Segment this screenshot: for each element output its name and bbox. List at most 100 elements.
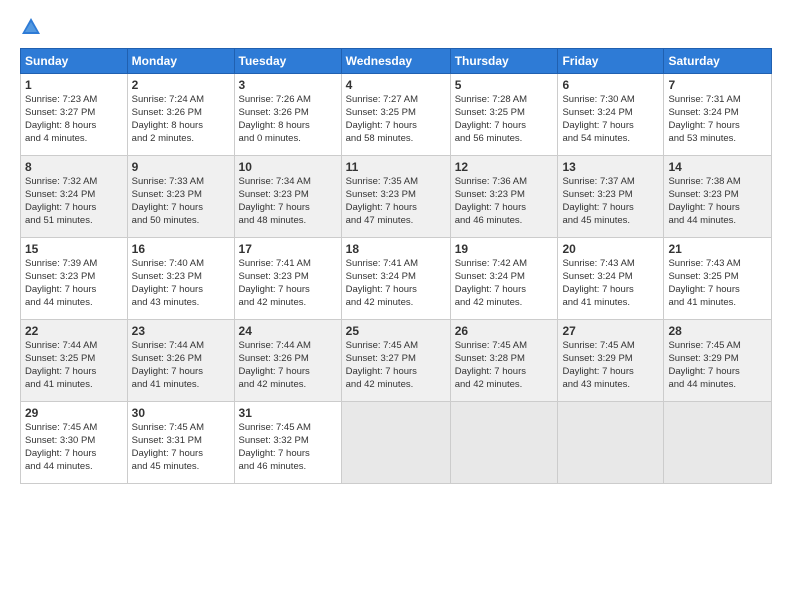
- day-cell: 10Sunrise: 7:34 AM Sunset: 3:23 PM Dayli…: [234, 156, 341, 238]
- header-wednesday: Wednesday: [341, 49, 450, 74]
- day-number: 15: [25, 241, 123, 257]
- day-number: 31: [239, 405, 337, 421]
- day-cell: 26Sunrise: 7:45 AM Sunset: 3:28 PM Dayli…: [450, 320, 558, 402]
- day-number: 6: [562, 77, 659, 93]
- day-info: Sunrise: 7:39 AM Sunset: 3:23 PM Dayligh…: [25, 258, 97, 307]
- header-tuesday: Tuesday: [234, 49, 341, 74]
- day-info: Sunrise: 7:45 AM Sunset: 3:32 PM Dayligh…: [239, 422, 311, 471]
- day-info: Sunrise: 7:41 AM Sunset: 3:24 PM Dayligh…: [346, 258, 418, 307]
- day-number: 30: [132, 405, 230, 421]
- day-cell: 24Sunrise: 7:44 AM Sunset: 3:26 PM Dayli…: [234, 320, 341, 402]
- day-cell: 12Sunrise: 7:36 AM Sunset: 3:23 PM Dayli…: [450, 156, 558, 238]
- day-number: 17: [239, 241, 337, 257]
- day-number: 4: [346, 77, 446, 93]
- day-info: Sunrise: 7:33 AM Sunset: 3:23 PM Dayligh…: [132, 176, 204, 225]
- week-row-4: 22Sunrise: 7:44 AM Sunset: 3:25 PM Dayli…: [21, 320, 772, 402]
- day-info: Sunrise: 7:44 AM Sunset: 3:26 PM Dayligh…: [239, 340, 311, 389]
- day-number: 21: [668, 241, 767, 257]
- logo-icon: [20, 16, 42, 38]
- day-info: Sunrise: 7:44 AM Sunset: 3:25 PM Dayligh…: [25, 340, 97, 389]
- day-info: Sunrise: 7:40 AM Sunset: 3:23 PM Dayligh…: [132, 258, 204, 307]
- day-number: 29: [25, 405, 123, 421]
- day-cell: 21Sunrise: 7:43 AM Sunset: 3:25 PM Dayli…: [664, 238, 772, 320]
- day-cell: 20Sunrise: 7:43 AM Sunset: 3:24 PM Dayli…: [558, 238, 664, 320]
- day-cell: 4Sunrise: 7:27 AM Sunset: 3:25 PM Daylig…: [341, 74, 450, 156]
- day-cell: 1Sunrise: 7:23 AM Sunset: 3:27 PM Daylig…: [21, 74, 128, 156]
- day-info: Sunrise: 7:42 AM Sunset: 3:24 PM Dayligh…: [455, 258, 527, 307]
- day-number: 13: [562, 159, 659, 175]
- day-number: 28: [668, 323, 767, 339]
- day-info: Sunrise: 7:27 AM Sunset: 3:25 PM Dayligh…: [346, 94, 418, 143]
- day-info: Sunrise: 7:32 AM Sunset: 3:24 PM Dayligh…: [25, 176, 97, 225]
- day-cell: 31Sunrise: 7:45 AM Sunset: 3:32 PM Dayli…: [234, 402, 341, 484]
- week-row-5: 29Sunrise: 7:45 AM Sunset: 3:30 PM Dayli…: [21, 402, 772, 484]
- day-number: 14: [668, 159, 767, 175]
- day-cell: 17Sunrise: 7:41 AM Sunset: 3:23 PM Dayli…: [234, 238, 341, 320]
- day-cell: 2Sunrise: 7:24 AM Sunset: 3:26 PM Daylig…: [127, 74, 234, 156]
- week-row-2: 8Sunrise: 7:32 AM Sunset: 3:24 PM Daylig…: [21, 156, 772, 238]
- day-info: Sunrise: 7:38 AM Sunset: 3:23 PM Dayligh…: [668, 176, 740, 225]
- day-cell: 15Sunrise: 7:39 AM Sunset: 3:23 PM Dayli…: [21, 238, 128, 320]
- day-info: Sunrise: 7:28 AM Sunset: 3:25 PM Dayligh…: [455, 94, 527, 143]
- day-number: 20: [562, 241, 659, 257]
- day-cell: 28Sunrise: 7:45 AM Sunset: 3:29 PM Dayli…: [664, 320, 772, 402]
- calendar-table: SundayMondayTuesdayWednesdayThursdayFrid…: [20, 48, 772, 484]
- day-cell: 6Sunrise: 7:30 AM Sunset: 3:24 PM Daylig…: [558, 74, 664, 156]
- day-cell: 11Sunrise: 7:35 AM Sunset: 3:23 PM Dayli…: [341, 156, 450, 238]
- day-cell: 29Sunrise: 7:45 AM Sunset: 3:30 PM Dayli…: [21, 402, 128, 484]
- day-number: 11: [346, 159, 446, 175]
- day-number: 12: [455, 159, 554, 175]
- day-info: Sunrise: 7:31 AM Sunset: 3:24 PM Dayligh…: [668, 94, 740, 143]
- week-row-3: 15Sunrise: 7:39 AM Sunset: 3:23 PM Dayli…: [21, 238, 772, 320]
- day-number: 18: [346, 241, 446, 257]
- day-info: Sunrise: 7:37 AM Sunset: 3:23 PM Dayligh…: [562, 176, 634, 225]
- day-info: Sunrise: 7:24 AM Sunset: 3:26 PM Dayligh…: [132, 94, 204, 143]
- day-cell: [558, 402, 664, 484]
- day-cell: [450, 402, 558, 484]
- day-info: Sunrise: 7:45 AM Sunset: 3:30 PM Dayligh…: [25, 422, 97, 471]
- day-info: Sunrise: 7:45 AM Sunset: 3:28 PM Dayligh…: [455, 340, 527, 389]
- day-number: 2: [132, 77, 230, 93]
- day-number: 22: [25, 323, 123, 339]
- header-area: [20, 16, 772, 38]
- header-row: SundayMondayTuesdayWednesdayThursdayFrid…: [21, 49, 772, 74]
- header-friday: Friday: [558, 49, 664, 74]
- day-number: 5: [455, 77, 554, 93]
- day-number: 1: [25, 77, 123, 93]
- day-info: Sunrise: 7:41 AM Sunset: 3:23 PM Dayligh…: [239, 258, 311, 307]
- day-number: 19: [455, 241, 554, 257]
- header-thursday: Thursday: [450, 49, 558, 74]
- day-info: Sunrise: 7:45 AM Sunset: 3:29 PM Dayligh…: [668, 340, 740, 389]
- day-info: Sunrise: 7:36 AM Sunset: 3:23 PM Dayligh…: [455, 176, 527, 225]
- day-info: Sunrise: 7:45 AM Sunset: 3:29 PM Dayligh…: [562, 340, 634, 389]
- day-cell: 16Sunrise: 7:40 AM Sunset: 3:23 PM Dayli…: [127, 238, 234, 320]
- day-info: Sunrise: 7:26 AM Sunset: 3:26 PM Dayligh…: [239, 94, 311, 143]
- week-row-1: 1Sunrise: 7:23 AM Sunset: 3:27 PM Daylig…: [21, 74, 772, 156]
- day-number: 10: [239, 159, 337, 175]
- day-cell: 14Sunrise: 7:38 AM Sunset: 3:23 PM Dayli…: [664, 156, 772, 238]
- day-cell: [664, 402, 772, 484]
- day-cell: 30Sunrise: 7:45 AM Sunset: 3:31 PM Dayli…: [127, 402, 234, 484]
- day-cell: 9Sunrise: 7:33 AM Sunset: 3:23 PM Daylig…: [127, 156, 234, 238]
- day-cell: [341, 402, 450, 484]
- day-number: 7: [668, 77, 767, 93]
- day-cell: 23Sunrise: 7:44 AM Sunset: 3:26 PM Dayli…: [127, 320, 234, 402]
- day-number: 9: [132, 159, 230, 175]
- day-number: 23: [132, 323, 230, 339]
- day-info: Sunrise: 7:23 AM Sunset: 3:27 PM Dayligh…: [25, 94, 97, 143]
- day-number: 8: [25, 159, 123, 175]
- day-info: Sunrise: 7:35 AM Sunset: 3:23 PM Dayligh…: [346, 176, 418, 225]
- header-monday: Monday: [127, 49, 234, 74]
- day-cell: 19Sunrise: 7:42 AM Sunset: 3:24 PM Dayli…: [450, 238, 558, 320]
- calendar-page: SundayMondayTuesdayWednesdayThursdayFrid…: [0, 0, 792, 612]
- day-cell: 18Sunrise: 7:41 AM Sunset: 3:24 PM Dayli…: [341, 238, 450, 320]
- day-cell: 8Sunrise: 7:32 AM Sunset: 3:24 PM Daylig…: [21, 156, 128, 238]
- day-info: Sunrise: 7:45 AM Sunset: 3:27 PM Dayligh…: [346, 340, 418, 389]
- day-number: 27: [562, 323, 659, 339]
- day-info: Sunrise: 7:45 AM Sunset: 3:31 PM Dayligh…: [132, 422, 204, 471]
- day-cell: 25Sunrise: 7:45 AM Sunset: 3:27 PM Dayli…: [341, 320, 450, 402]
- day-info: Sunrise: 7:43 AM Sunset: 3:25 PM Dayligh…: [668, 258, 740, 307]
- day-cell: 27Sunrise: 7:45 AM Sunset: 3:29 PM Dayli…: [558, 320, 664, 402]
- header-saturday: Saturday: [664, 49, 772, 74]
- day-number: 26: [455, 323, 554, 339]
